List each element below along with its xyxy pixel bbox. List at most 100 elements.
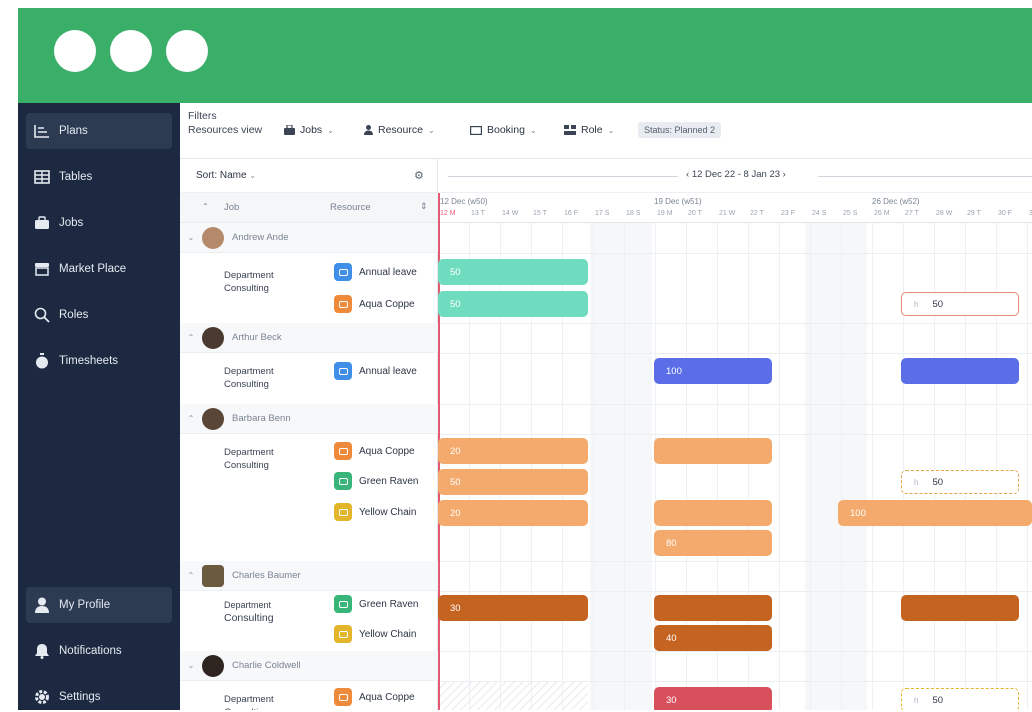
col-resource[interactable]: Resource [330,202,371,213]
planned-booking[interactable]: h 50 [901,688,1019,710]
person-row[interactable]: ⌃ Charles Baumer [180,561,438,591]
chevron-left-icon[interactable]: ‹ [686,169,689,180]
resource-label: Aqua Coppe [359,445,415,457]
resource-label: Green Raven [359,598,419,610]
department-label: Department [224,600,272,610]
chevron-up-icon[interactable]: ⌃ [180,333,202,342]
planned-booking[interactable]: h 50 [901,292,1019,316]
jobs-filter[interactable]: Jobs ⌄ [284,120,334,140]
date-range-nav[interactable]: ‹ 12 Dec 22 - 8 Jan 23 › [686,169,786,180]
day-label: 17 S [595,210,610,217]
person-row[interactable]: ⌄ Charlie Coldwell [180,651,438,681]
day-label: 23 F [781,210,796,217]
person-row[interactable]: ⌄ Andrew Ande [180,223,438,253]
avatar [202,326,224,349]
sidebar-item-label: Plans [59,125,88,137]
calendar-header: 12 Dec (w50) 19 Dec (w51) 26 Dec (w52) 1… [438,193,1032,223]
booking-bar[interactable] [654,438,772,464]
sort-dropdown[interactable]: Sort: Name ⌄ [196,170,256,181]
day-label: 26 M [874,210,890,217]
booking-bar[interactable]: 30 [654,687,772,710]
chevron-down-icon[interactable]: ⌄ [180,661,202,670]
stopwatch-icon [34,353,50,369]
role-filter[interactable]: Role ⌄ [564,120,614,140]
resource-filter[interactable]: Resource ⌄ [364,120,435,140]
bar-value: 80 [666,537,677,549]
person-row[interactable]: ⌃ Arthur Beck [180,323,438,353]
booking-bar[interactable] [654,595,772,621]
day-label: 20 T [688,210,702,217]
sidebar-item-jobs[interactable]: Jobs [26,205,172,241]
status-filter[interactable]: Status: Planned 2 [638,120,722,140]
resource-item[interactable]: Annual leave [334,361,417,381]
booking-bar[interactable] [654,500,772,526]
table-header: ⌃ Job Resource ⇕ [180,193,438,223]
hours-label: h [914,695,919,705]
person-name: Charles Baumer [232,570,301,581]
resource-item[interactable]: Aqua Coppe [334,294,415,314]
row-divider [438,434,1032,435]
day-label: 15 T [533,210,547,217]
booking-bar[interactable]: 40 [654,625,772,651]
sidebar-item-plans[interactable]: Plans [26,113,172,149]
col-job[interactable]: Job [224,202,239,213]
resource-item[interactable]: Green Raven [334,471,418,491]
resource-item[interactable]: Aqua Coppe [334,687,415,707]
department-cell: Department Consulting [224,446,274,472]
booking-bar[interactable]: 30 [438,595,588,621]
booking-bar[interactable]: 20 [438,438,588,464]
booking-bar[interactable]: 100 [654,358,772,384]
day-label: 21 W [719,210,736,217]
booking-bar[interactable] [901,595,1019,621]
window-dot-maximize[interactable] [166,30,208,72]
sidebar-item-notifications[interactable]: Notifications [26,633,172,669]
date-range-bar: ‹ 12 Dec 22 - 8 Jan 23 › [438,159,1032,193]
status-badge[interactable]: Status: Planned 2 [638,122,722,138]
range-line [448,176,678,177]
sidebar-item-market-place[interactable]: Market Place [26,251,172,287]
booking-bar[interactable]: 100 [838,500,1032,526]
chevron-up-icon[interactable]: ⌃ [202,202,209,211]
sort-icon[interactable]: ⇕ [420,201,428,212]
chevron-down-icon[interactable]: ⌄ [180,233,202,242]
role-filter-label: Role [581,124,603,136]
window-dot-minimize[interactable] [110,30,152,72]
day-label: 22 T [750,210,764,217]
sidebar-item-label: Roles [59,309,89,321]
window-dot-close[interactable] [54,30,96,72]
booking-bar[interactable]: 50 [438,469,588,495]
date-range-label: 12 Dec 22 - 8 Jan 23 [691,169,781,180]
view-label[interactable]: Resources view [188,123,262,137]
chevron-right-icon[interactable]: › [783,169,786,180]
booking-bar[interactable]: 50 [438,259,588,285]
chevron-up-icon[interactable]: ⌃ [180,571,202,580]
booking-bar[interactable]: 20 [438,500,588,526]
sidebar-item-tables[interactable]: Tables [26,159,172,195]
resource-item[interactable]: Yellow Chain [334,502,416,522]
sidebar-item-my-profile[interactable]: My Profile [26,587,172,623]
booking-filter[interactable]: Booking ⌄ [470,120,537,140]
resource-item[interactable]: Yellow Chain [334,624,416,644]
department-cell: Department Consulting [224,365,274,391]
person-name: Andrew Ande [232,232,289,243]
gear-icon[interactable]: ⚙ [414,169,424,182]
booking-bar[interactable]: 50 [438,291,588,317]
person-row[interactable]: ⌃ Barbara Benn [180,404,438,434]
jobs-filter-label: Jobs [300,124,323,136]
consulting-label: Consulting [224,612,274,624]
resource-label: Green Raven [359,475,419,487]
resource-item[interactable]: Aqua Coppe [334,441,415,461]
sort-label: Sort: Name [196,170,247,181]
week-label: 26 Dec (w52) [872,197,920,206]
sidebar-item-roles[interactable]: Roles [26,297,172,333]
booking-bar[interactable]: 80 [654,530,772,556]
resource-label: Annual leave [359,365,417,377]
table-icon [34,169,50,185]
resource-item[interactable]: Green Raven [334,594,418,614]
sidebar-item-timesheets[interactable]: Timesheets [26,343,172,379]
planned-booking[interactable]: h 50 [901,470,1019,494]
resource-item[interactable]: Annual leave [334,262,417,282]
booking-bar[interactable] [901,358,1019,384]
sidebar-item-settings[interactable]: Settings [26,679,172,710]
chevron-up-icon[interactable]: ⌃ [180,414,202,423]
